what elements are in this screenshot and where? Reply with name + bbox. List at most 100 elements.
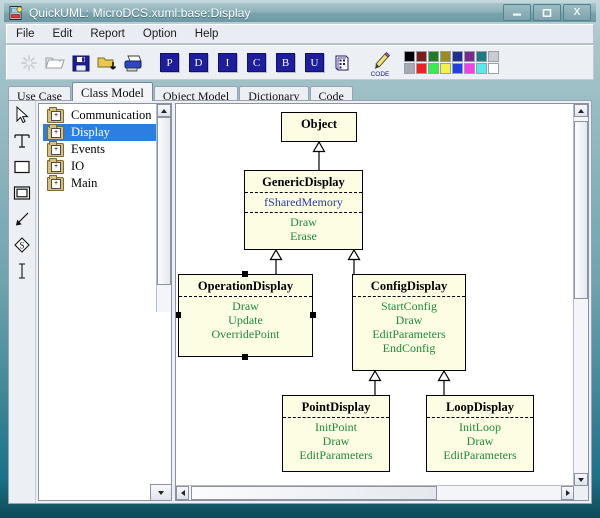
- color-swatch[interactable]: [428, 51, 439, 62]
- canvas-vertical-thumb[interactable]: [574, 121, 588, 299]
- uml-class-genericdisplay[interactable]: GenericDisplay fSharedMemory Draw Erase: [244, 170, 363, 250]
- tree-item-events[interactable]: + Events: [43, 140, 171, 158]
- uml-class-object[interactable]: Object: [281, 112, 357, 142]
- tab-dictionary[interactable]: Dictionary: [239, 86, 309, 103]
- tree-item-main[interactable]: + Main: [43, 174, 171, 192]
- selection-handle-bottom[interactable]: [242, 354, 248, 360]
- selection-handle-right[interactable]: [310, 312, 316, 318]
- selection-handle-left[interactable]: [176, 312, 181, 318]
- uml-operation: StartConfig: [381, 299, 437, 313]
- color-swatch[interactable]: [404, 51, 415, 62]
- menu-item-help[interactable]: Help: [186, 26, 228, 42]
- state-diamond-tool[interactable]: S: [12, 235, 32, 255]
- tree-scroll-down-button[interactable]: [150, 484, 172, 501]
- text-tool[interactable]: [12, 131, 32, 151]
- text-cursor-tool[interactable]: [12, 261, 32, 281]
- select-pointer-tool[interactable]: [12, 105, 32, 125]
- menu-item-file[interactable]: File: [7, 26, 44, 42]
- tree-scroll-track[interactable]: [157, 117, 171, 312]
- uml-class-pointdisplay[interactable]: PointDisplay InitPoint Draw EditParamete…: [282, 395, 390, 472]
- tab-class-model[interactable]: Class Model: [72, 82, 153, 101]
- canvas-horizontal-thumb[interactable]: [191, 486, 437, 500]
- color-swatch[interactable]: [416, 51, 427, 62]
- color-swatch[interactable]: [452, 63, 463, 74]
- tree-scroll-thumb[interactable]: [157, 117, 171, 285]
- tree-scroll-up-button[interactable]: [157, 104, 171, 117]
- toolbar-separator-1: [146, 52, 155, 74]
- uml-operation-list: InitPoint Draw EditParameters: [283, 418, 389, 466]
- package-button[interactable]: P: [160, 53, 179, 72]
- save-as-folder-icon[interactable]: [96, 52, 118, 74]
- chevron-down-icon: [578, 477, 584, 482]
- dictionary-button[interactable]: [331, 52, 353, 74]
- maximize-button[interactable]: [533, 4, 561, 21]
- object-button[interactable]: B: [276, 53, 295, 72]
- new-icon[interactable]: [18, 52, 40, 74]
- color-swatch[interactable]: [488, 63, 499, 74]
- canvas-horizontal-track[interactable]: [189, 486, 561, 500]
- svg-text:S: S: [19, 240, 24, 250]
- diagram-button[interactable]: D: [189, 53, 208, 72]
- open-folder-icon[interactable]: [44, 52, 66, 74]
- canvas-scroll-right-button[interactable]: [561, 486, 574, 500]
- color-swatch[interactable]: [428, 63, 439, 74]
- color-swatch[interactable]: [452, 51, 463, 62]
- chevron-up-icon: [161, 108, 167, 113]
- expand-plus-icon[interactable]: +: [51, 178, 61, 189]
- selection-handle-top[interactable]: [242, 271, 248, 277]
- save-disk-icon[interactable]: [70, 52, 92, 74]
- color-swatch[interactable]: [404, 63, 415, 74]
- uml-class-configdisplay[interactable]: ConfigDisplay StartConfig Draw EditParam…: [352, 274, 466, 371]
- canvas-horizontal-scrollbar[interactable]: [176, 485, 574, 500]
- color-swatch[interactable]: [488, 51, 499, 62]
- class-diagram-canvas[interactable]: Object GenericDisplay fSharedMemory Draw…: [176, 104, 574, 486]
- canvas-scroll-up-button[interactable]: [574, 104, 588, 117]
- color-swatch[interactable]: [464, 63, 475, 74]
- tab-use-case[interactable]: Use Case: [8, 86, 71, 103]
- close-button[interactable]: X: [563, 4, 591, 21]
- menu-item-report[interactable]: Report: [81, 26, 134, 42]
- tab-code[interactable]: Code: [309, 86, 353, 103]
- color-swatch[interactable]: [476, 63, 487, 74]
- uml-operation-list: Draw Update OverridePoint: [179, 297, 312, 345]
- folder-icon: +: [47, 140, 64, 157]
- minimize-button[interactable]: [503, 4, 531, 21]
- tree-item-communication[interactable]: + Communication: [43, 106, 171, 124]
- folder-icon: +: [47, 123, 64, 140]
- color-swatch[interactable]: [464, 51, 475, 62]
- app-icon: [8, 5, 24, 21]
- print-icon[interactable]: [122, 52, 144, 74]
- tab-object-model[interactable]: Object Model: [153, 86, 239, 103]
- color-swatch[interactable]: [440, 63, 451, 74]
- uml-class-operationdisplay[interactable]: OperationDisplay Draw Update OverridePoi…: [178, 274, 313, 357]
- tree-item-io[interactable]: + IO: [43, 157, 171, 175]
- tree-vertical-scrollbar[interactable]: [156, 104, 171, 312]
- canvas-vertical-scrollbar[interactable]: [573, 104, 588, 486]
- expand-plus-icon[interactable]: +: [51, 161, 61, 172]
- class-button[interactable]: C: [247, 53, 266, 72]
- canvas-scroll-left-button[interactable]: [176, 486, 189, 500]
- canvas-scroll-down-button[interactable]: [574, 473, 588, 486]
- color-swatch[interactable]: [440, 51, 451, 62]
- tree-item-display[interactable]: + Display: [43, 123, 171, 141]
- color-swatch[interactable]: [476, 51, 487, 62]
- color-palette: [404, 51, 499, 74]
- code-button[interactable]: CODE: [366, 51, 394, 78]
- nested-rectangle-tool[interactable]: [12, 183, 32, 203]
- color-swatch[interactable]: [416, 63, 427, 74]
- uml-operation: Draw: [290, 215, 317, 229]
- rectangle-tool[interactable]: [12, 157, 32, 177]
- uml-class-loopdisplay[interactable]: LoopDisplay InitLoop Draw EditParameters: [426, 395, 534, 472]
- menu-item-edit[interactable]: Edit: [44, 26, 82, 42]
- expand-plus-icon[interactable]: +: [51, 144, 61, 155]
- tree-item-label: Main: [71, 176, 98, 190]
- interface-button[interactable]: I: [218, 53, 237, 72]
- use-case-button[interactable]: U: [305, 53, 324, 72]
- scrollbar-corner: [574, 486, 588, 500]
- uml-class-name: PointDisplay: [301, 400, 371, 414]
- expand-plus-icon[interactable]: +: [51, 127, 61, 138]
- canvas-vertical-track[interactable]: [574, 117, 588, 473]
- expand-plus-icon[interactable]: +: [51, 110, 61, 121]
- menu-item-option[interactable]: Option: [134, 26, 186, 42]
- line-arrow-tool[interactable]: [12, 209, 32, 229]
